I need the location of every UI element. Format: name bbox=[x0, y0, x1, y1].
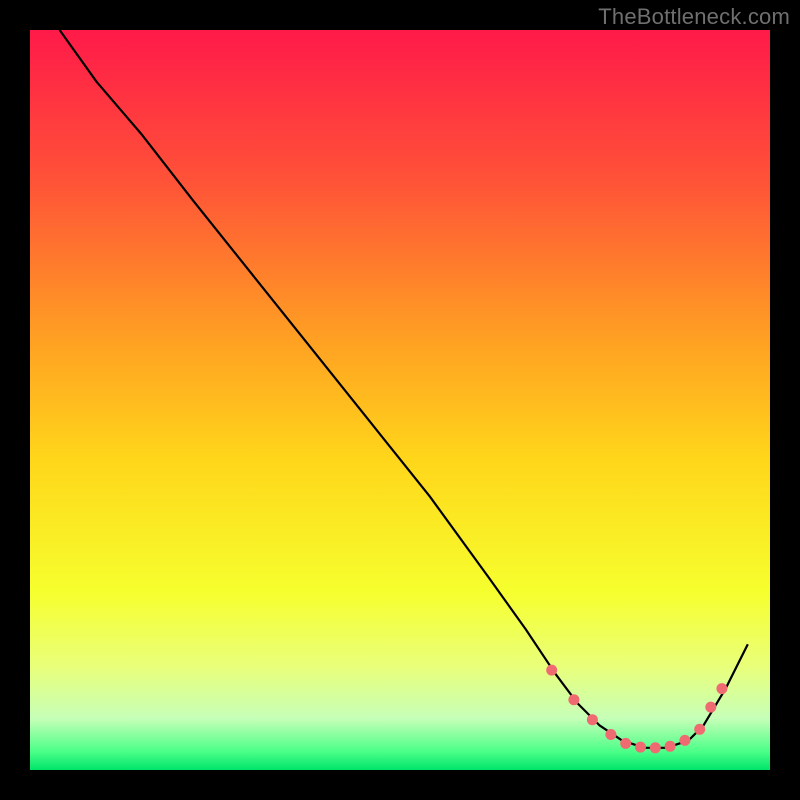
highlight-point bbox=[665, 741, 676, 752]
bottleneck-chart: TheBottleneck.com bbox=[0, 0, 800, 800]
highlight-point bbox=[546, 665, 557, 676]
attribution-label: TheBottleneck.com bbox=[598, 4, 790, 30]
highlight-point bbox=[587, 714, 598, 725]
chart-svg bbox=[0, 0, 800, 800]
highlight-point bbox=[705, 702, 716, 713]
highlight-point bbox=[650, 742, 661, 753]
highlight-point bbox=[679, 735, 690, 746]
highlight-point bbox=[716, 683, 727, 694]
highlight-point bbox=[694, 724, 705, 735]
plot-background bbox=[30, 30, 770, 770]
highlight-point bbox=[605, 729, 616, 740]
highlight-point bbox=[568, 694, 579, 705]
highlight-point bbox=[635, 742, 646, 753]
highlight-point bbox=[620, 738, 631, 749]
